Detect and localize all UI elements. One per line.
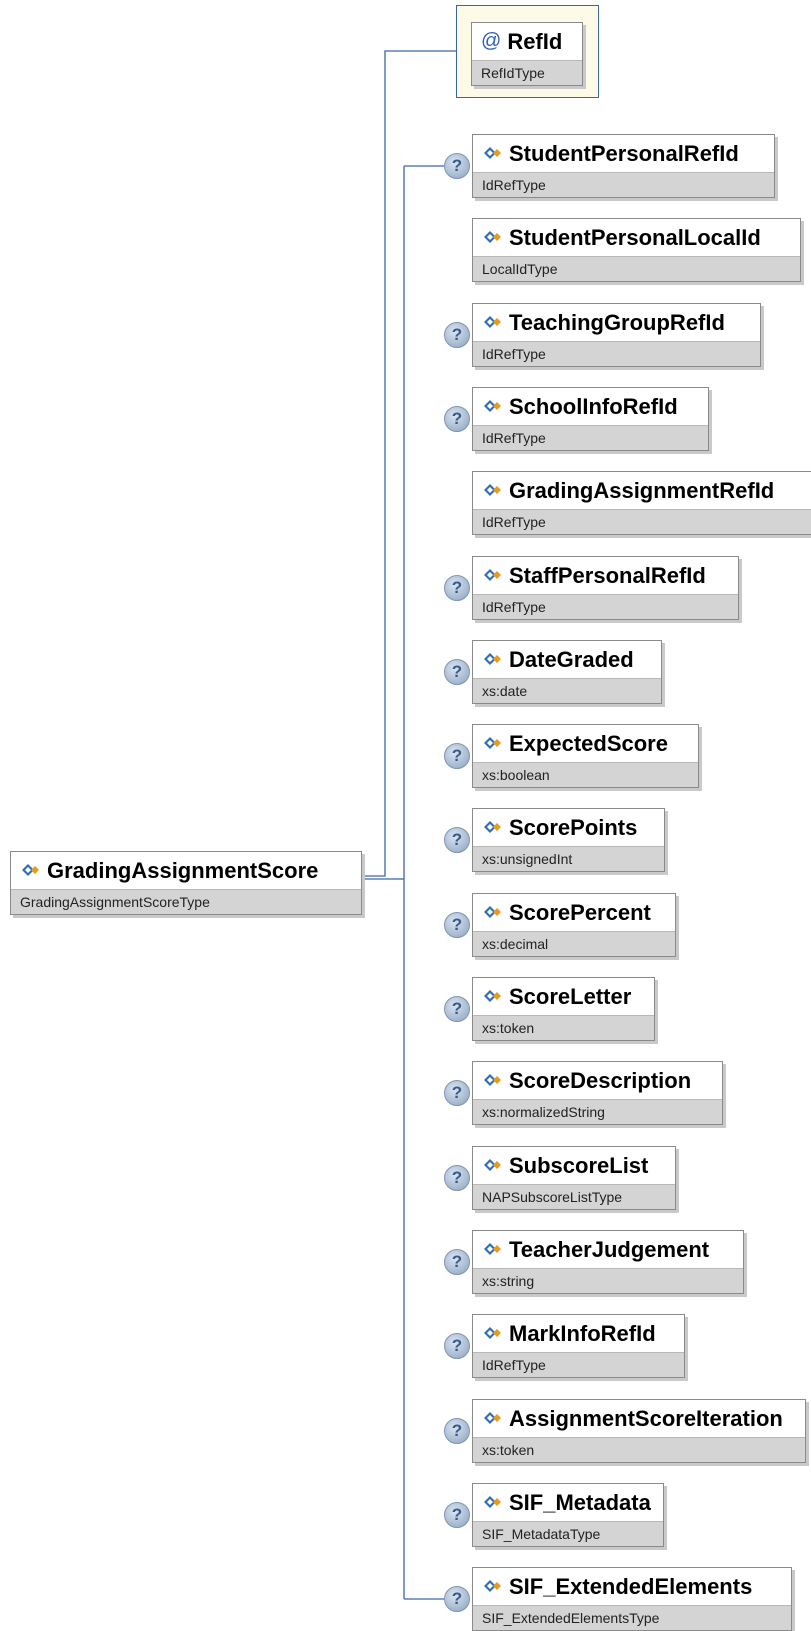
optional-icon[interactable]: ? bbox=[444, 1418, 470, 1444]
element-name: ScorePoints bbox=[509, 814, 638, 840]
element-type: xs:unsignedInt bbox=[473, 846, 664, 871]
element-name: SubscoreList bbox=[509, 1152, 649, 1178]
optional-icon[interactable]: ? bbox=[444, 322, 470, 348]
optional-icon[interactable]: ? bbox=[444, 1502, 470, 1528]
element-icon bbox=[482, 1579, 502, 1594]
element-node-scorepoints[interactable]: ScorePoints xs:unsignedInt bbox=[472, 808, 665, 872]
root-element-node[interactable]: GradingAssignmentScore GradingAssignment… bbox=[10, 851, 362, 915]
element-icon bbox=[482, 905, 502, 920]
element-node-sif-extendedelements[interactable]: SIF_ExtendedElements SIF_ExtendedElements… bbox=[472, 1567, 792, 1631]
element-icon bbox=[482, 483, 502, 498]
element-icon bbox=[482, 568, 502, 583]
element-node-scoreletter[interactable]: ScoreLetter xs:token bbox=[472, 977, 655, 1041]
element-node-sif-metadata[interactable]: SIF_Metadata SIF_MetadataType bbox=[472, 1483, 664, 1547]
optional-icon[interactable]: ? bbox=[444, 1333, 470, 1359]
optional-icon[interactable]: ? bbox=[444, 1249, 470, 1275]
element-name: StudentPersonalRefId bbox=[509, 140, 739, 166]
element-type: NAPSubscoreListType bbox=[473, 1184, 675, 1209]
root-element-name: GradingAssignmentScore bbox=[47, 857, 319, 883]
element-icon bbox=[20, 863, 40, 878]
optional-icon[interactable]: ? bbox=[444, 1080, 470, 1106]
element-node-gradingassignmentrefid[interactable]: GradingAssignmentRefId IdRefType bbox=[472, 471, 811, 535]
element-type: xs:boolean bbox=[473, 762, 698, 787]
element-node-schoolinforefid[interactable]: SchoolInfoRefId IdRefType bbox=[472, 387, 709, 451]
element-type: LocalIdType bbox=[473, 256, 800, 281]
optional-icon[interactable]: ? bbox=[444, 1165, 470, 1191]
optional-icon[interactable]: ? bbox=[444, 827, 470, 853]
element-name: ScoreDescription bbox=[509, 1067, 692, 1093]
attribute-refid-node[interactable]: @ RefId RefIdType bbox=[471, 22, 583, 86]
element-type: IdRefType bbox=[473, 509, 811, 534]
element-name: MarkInfoRefId bbox=[509, 1320, 656, 1346]
element-node-teacherjudgement[interactable]: TeacherJudgement xs:string bbox=[472, 1230, 744, 1294]
optional-icon[interactable]: ? bbox=[444, 912, 470, 938]
element-type: xs:token bbox=[473, 1437, 805, 1462]
element-type: xs:token bbox=[473, 1015, 654, 1040]
element-name: ExpectedScore bbox=[509, 730, 668, 756]
element-node-subscorelist[interactable]: SubscoreList NAPSubscoreListType bbox=[472, 1146, 676, 1210]
element-name: ScorePercent bbox=[509, 899, 651, 925]
element-icon bbox=[482, 1495, 502, 1510]
attribute-name: RefId bbox=[507, 28, 563, 54]
optional-icon[interactable]: ? bbox=[444, 153, 470, 179]
element-type: SIF_ExtendedElementsType bbox=[473, 1605, 791, 1630]
element-icon bbox=[482, 315, 502, 330]
attribute-at-icon: @ bbox=[481, 30, 502, 52]
element-icon bbox=[482, 736, 502, 751]
element-type: IdRefType bbox=[473, 425, 708, 450]
element-type: xs:normalizedString bbox=[473, 1099, 722, 1124]
element-type: IdRefType bbox=[473, 341, 760, 366]
element-name: AssignmentScoreIteration bbox=[509, 1405, 783, 1431]
element-node-assignmentscoreiteration[interactable]: AssignmentScoreIteration xs:token bbox=[472, 1399, 806, 1463]
element-name: DateGraded bbox=[509, 646, 634, 672]
element-name: TeacherJudgement bbox=[509, 1236, 710, 1262]
element-icon bbox=[482, 1073, 502, 1088]
element-node-teachinggrouprefid[interactable]: TeachingGroupRefId IdRefType bbox=[472, 303, 761, 367]
element-type: IdRefType bbox=[473, 594, 738, 619]
element-name: SIF_ExtendedElements bbox=[509, 1573, 753, 1599]
optional-icon[interactable]: ? bbox=[444, 659, 470, 685]
element-icon bbox=[482, 652, 502, 667]
element-name: GradingAssignmentRefId bbox=[509, 477, 775, 503]
element-node-studentpersonallocalid[interactable]: StudentPersonalLocalId LocalIdType bbox=[472, 218, 801, 282]
element-icon bbox=[482, 146, 502, 161]
element-node-dategraded[interactable]: DateGraded xs:date bbox=[472, 640, 662, 704]
element-name: StaffPersonalRefId bbox=[509, 562, 706, 588]
element-type: SIF_MetadataType bbox=[473, 1521, 663, 1546]
element-node-markinforefid[interactable]: MarkInfoRefId IdRefType bbox=[472, 1314, 685, 1378]
element-name: SIF_Metadata bbox=[509, 1489, 651, 1515]
element-icon bbox=[482, 230, 502, 245]
optional-icon[interactable]: ? bbox=[444, 575, 470, 601]
root-element-type: GradingAssignmentScoreType bbox=[11, 889, 361, 914]
optional-icon[interactable]: ? bbox=[444, 743, 470, 769]
attributes-group: @ RefId RefIdType bbox=[456, 5, 599, 98]
optional-icon[interactable]: ? bbox=[444, 996, 470, 1022]
element-type: IdRefType bbox=[473, 172, 774, 197]
element-icon bbox=[482, 820, 502, 835]
element-type: xs:string bbox=[473, 1268, 743, 1293]
element-name: SchoolInfoRefId bbox=[509, 393, 678, 419]
element-icon bbox=[482, 1158, 502, 1173]
element-name: StudentPersonalLocalId bbox=[509, 224, 761, 250]
element-icon bbox=[482, 399, 502, 414]
optional-icon[interactable]: ? bbox=[444, 406, 470, 432]
element-type: xs:date bbox=[473, 678, 661, 703]
element-icon bbox=[482, 1326, 502, 1341]
element-icon bbox=[482, 989, 502, 1004]
element-type: IdRefType bbox=[473, 1352, 684, 1377]
element-node-scoredescription[interactable]: ScoreDescription xs:normalizedString bbox=[472, 1061, 723, 1125]
element-node-studentpersonalrefid[interactable]: StudentPersonalRefId IdRefType bbox=[472, 134, 775, 198]
optional-icon[interactable]: ? bbox=[444, 1586, 470, 1612]
element-icon bbox=[482, 1411, 502, 1426]
element-icon bbox=[482, 1242, 502, 1257]
attribute-type: RefIdType bbox=[472, 60, 582, 85]
element-name: TeachingGroupRefId bbox=[509, 309, 725, 335]
element-type: xs:decimal bbox=[473, 931, 675, 956]
element-name: ScoreLetter bbox=[509, 983, 632, 1009]
element-node-expectedscore[interactable]: ExpectedScore xs:boolean bbox=[472, 724, 699, 788]
element-node-scorepercent[interactable]: ScorePercent xs:decimal bbox=[472, 893, 676, 957]
element-node-staffpersonalrefid[interactable]: StaffPersonalRefId IdRefType bbox=[472, 556, 739, 620]
